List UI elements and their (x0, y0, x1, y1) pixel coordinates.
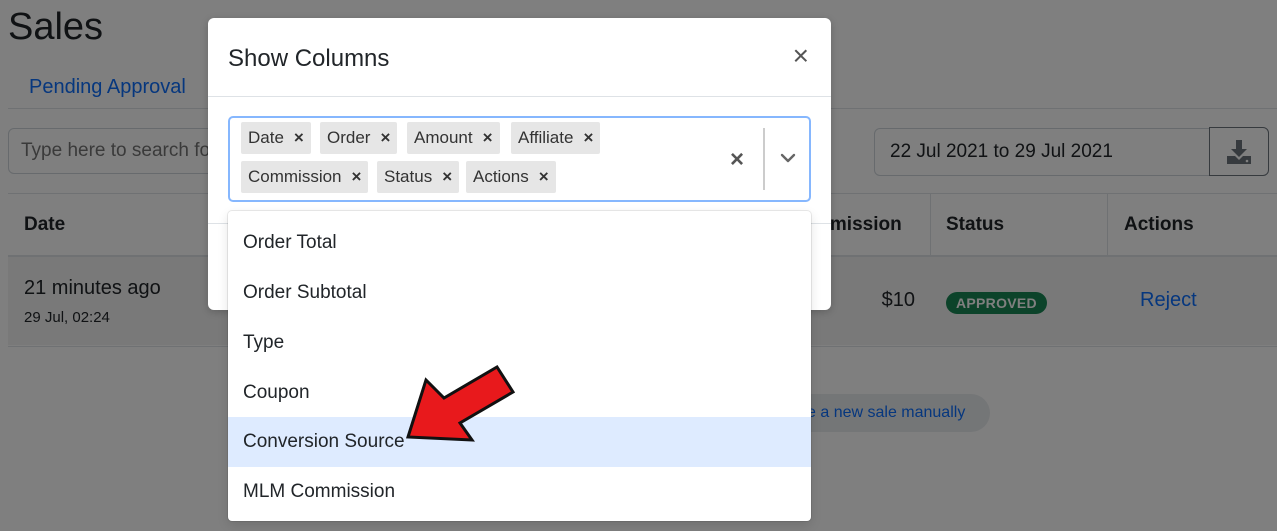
tag-label: Date (248, 128, 284, 147)
option-mlm-commission[interactable]: MLM Commission (228, 467, 811, 517)
modal-title: Show Columns (228, 45, 390, 72)
tag-label: Amount (414, 128, 473, 147)
tag-label: Actions (473, 167, 529, 186)
selected-tag-order: Order × (320, 122, 398, 154)
remove-tag-icon[interactable]: × (529, 167, 556, 187)
columns-dropdown-menu: Order Total Order Subtotal Type Coupon C… (228, 211, 811, 521)
modal-header: Show Columns × (208, 18, 831, 97)
selected-tag-commission: Commission × (241, 161, 369, 193)
tag-label: Status (384, 167, 433, 186)
tag-label: Order (327, 128, 371, 147)
clear-all-icon[interactable]: × (730, 146, 744, 174)
option-coupon[interactable]: Coupon (228, 368, 811, 418)
selected-tag-actions: Actions × (466, 161, 556, 193)
tag-label: Affiliate (518, 128, 574, 147)
chevron-down-icon[interactable] (778, 148, 798, 168)
option-conversion-source[interactable]: Conversion Source (228, 417, 811, 467)
columns-multiselect[interactable]: Date × Order × Amount × Affiliate × Comm… (228, 116, 811, 202)
remove-tag-icon[interactable]: × (284, 128, 311, 148)
option-order-total[interactable]: Order Total (228, 218, 811, 268)
remove-tag-icon[interactable]: × (432, 167, 459, 187)
remove-tag-icon[interactable]: × (370, 128, 397, 148)
selected-tag-date: Date × (241, 122, 311, 154)
option-order-subtotal[interactable]: Order Subtotal (228, 268, 811, 318)
remove-tag-icon[interactable]: × (342, 167, 369, 187)
indicator-separator (763, 128, 765, 190)
selected-tag-status: Status × (377, 161, 460, 193)
option-type[interactable]: Type (228, 318, 811, 368)
tag-label: Commission (248, 167, 342, 186)
close-icon[interactable]: × (793, 42, 809, 70)
selected-tag-affiliate: Affiliate × (511, 122, 601, 154)
selected-tag-amount: Amount × (407, 122, 500, 154)
remove-tag-icon[interactable]: × (573, 128, 600, 148)
remove-tag-icon[interactable]: × (473, 128, 500, 148)
